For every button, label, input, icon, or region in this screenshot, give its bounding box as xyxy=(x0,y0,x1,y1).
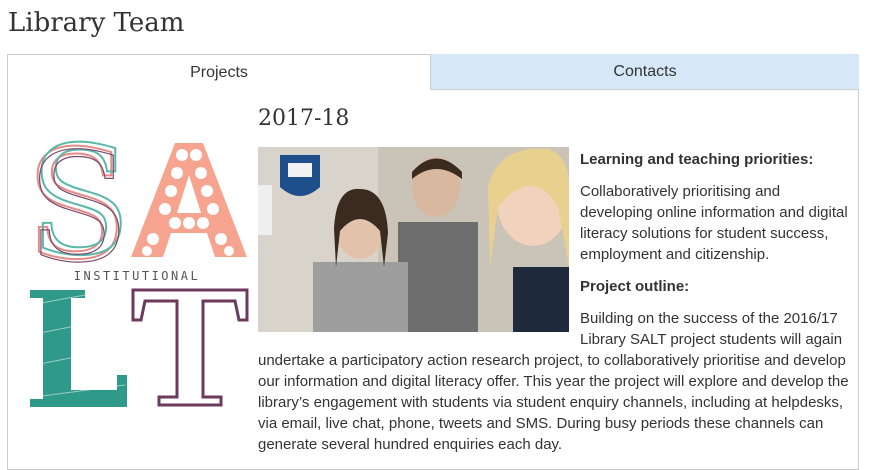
tab-bar: Projects Contacts xyxy=(7,54,859,91)
tab-contacts[interactable]: Contacts xyxy=(431,54,859,90)
project-year-heading: 2017-18 xyxy=(258,106,350,131)
salt-logo: S S S INSTITUTIONAL xyxy=(25,135,249,407)
logo-letter-l xyxy=(29,290,127,407)
tab-projects[interactable]: Projects xyxy=(7,54,431,90)
logo-letter-a xyxy=(131,143,247,257)
photo-float-spacer xyxy=(258,145,580,337)
logo-letter-t xyxy=(131,288,249,407)
page-title: Library Team xyxy=(8,8,185,38)
project-content: Learning and teaching priorities: Collab… xyxy=(258,145,850,466)
logo-institutional-text: INSTITUTIONAL xyxy=(74,269,200,283)
